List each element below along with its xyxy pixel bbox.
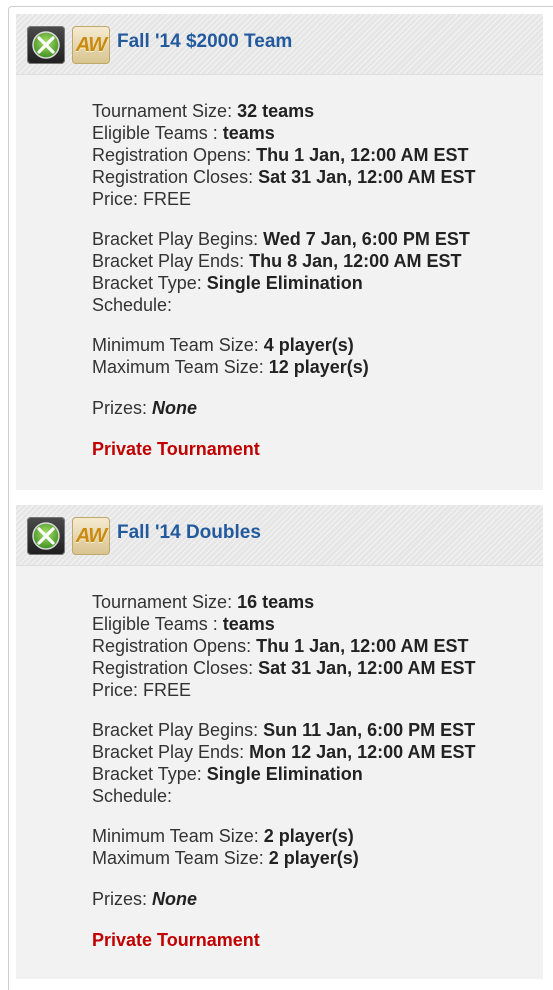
bracket-begins-row: Bracket Play Begins: Wed 7 Jan, 6:00 PM … [92, 229, 470, 249]
tournament-size-value: 32 teams [237, 101, 315, 121]
min-team-size-row: Minimum Team Size: 2 player(s) [92, 826, 354, 846]
registration-closes-value: Sat 31 Jan, 12:00 AM EST [258, 167, 476, 187]
tournament-size-row: Tournament Size: 32 teams [92, 101, 315, 121]
private-tournament-label: Private Tournament [92, 930, 260, 950]
tournament-size-value: 16 teams [237, 592, 315, 612]
bracket-type-value: Single Elimination [206, 273, 363, 293]
eligible-teams-value: teams [222, 123, 275, 143]
max-team-size-value: 2 player(s) [268, 848, 359, 868]
prizes-row: Prizes: None [92, 889, 198, 909]
prizes-value: None [152, 398, 198, 418]
prizes-row: Prizes: None [92, 398, 198, 418]
bracket-ends-value: Mon 12 Jan, 12:00 AM EST [249, 742, 476, 762]
tournament-header: AW Fall '14 $2000 Team [16, 14, 543, 75]
tournament-card: AW Fall '14 $2000 Team Tournament Size: … [16, 14, 543, 490]
eligible-teams-value: teams [222, 614, 275, 634]
registration-closes-value: Sat 31 Jan, 12:00 AM EST [258, 658, 476, 678]
tournament-details: Tournament Size: 16 teams Eligible Teams… [92, 591, 535, 951]
eligible-teams-row: Eligible Teams : teams [92, 614, 275, 634]
price-row: Price: FREE [92, 189, 192, 209]
max-team-size-row: Maximum Team Size: 12 player(s) [92, 357, 369, 377]
schedule-row: Schedule: [92, 786, 173, 806]
tournament-title-link[interactable]: Fall '14 $2000 Team [117, 30, 292, 54]
bracket-begins-value: Sun 11 Jan, 6:00 PM EST [263, 720, 476, 740]
xbox-icon [27, 517, 65, 555]
registration-opens-row: Registration Opens: Thu 1 Jan, 12:00 AM … [92, 636, 469, 656]
xbox-icon [27, 26, 65, 64]
max-team-size-row: Maximum Team Size: 2 player(s) [92, 848, 359, 868]
bracket-type-row: Bracket Type: Single Elimination [92, 273, 363, 293]
tournament-details: Tournament Size: 32 teams Eligible Teams… [92, 100, 535, 460]
bracket-ends-value: Thu 8 Jan, 12:00 AM EST [249, 251, 462, 271]
bracket-ends-row: Bracket Play Ends: Thu 8 Jan, 12:00 AM E… [92, 251, 462, 271]
private-tournament-label: Private Tournament [92, 439, 260, 459]
registration-closes-row: Registration Closes: Sat 31 Jan, 12:00 A… [92, 658, 476, 678]
prizes-value: None [152, 889, 198, 909]
registration-opens-row: Registration Opens: Thu 1 Jan, 12:00 AM … [92, 145, 469, 165]
min-team-size-value: 4 player(s) [263, 335, 354, 355]
min-team-size-row: Minimum Team Size: 4 player(s) [92, 335, 354, 355]
max-team-size-value: 12 player(s) [268, 357, 369, 377]
bracket-type-row: Bracket Type: Single Elimination [92, 764, 363, 784]
schedule-row: Schedule: [92, 295, 173, 315]
bracket-begins-value: Wed 7 Jan, 6:00 PM EST [263, 229, 470, 249]
price-row: Price: FREE [92, 680, 192, 700]
eligible-teams-row: Eligible Teams : teams [92, 123, 275, 143]
tournament-header: AW Fall '14 Doubles [16, 505, 543, 566]
game-icon: AW [72, 517, 110, 555]
tournament-title-link[interactable]: Fall '14 Doubles [117, 521, 261, 545]
tournament-card: AW Fall '14 Doubles Tournament Size: 16 … [16, 505, 543, 979]
registration-closes-row: Registration Closes: Sat 31 Jan, 12:00 A… [92, 167, 476, 187]
bracket-ends-row: Bracket Play Ends: Mon 12 Jan, 12:00 AM … [92, 742, 476, 762]
game-icon: AW [72, 26, 110, 64]
registration-opens-value: Thu 1 Jan, 12:00 AM EST [256, 145, 469, 165]
tournament-size-row: Tournament Size: 16 teams [92, 592, 315, 612]
min-team-size-value: 2 player(s) [263, 826, 354, 846]
bracket-begins-row: Bracket Play Begins: Sun 11 Jan, 6:00 PM… [92, 720, 476, 740]
registration-opens-value: Thu 1 Jan, 12:00 AM EST [256, 636, 469, 656]
bracket-type-value: Single Elimination [206, 764, 363, 784]
